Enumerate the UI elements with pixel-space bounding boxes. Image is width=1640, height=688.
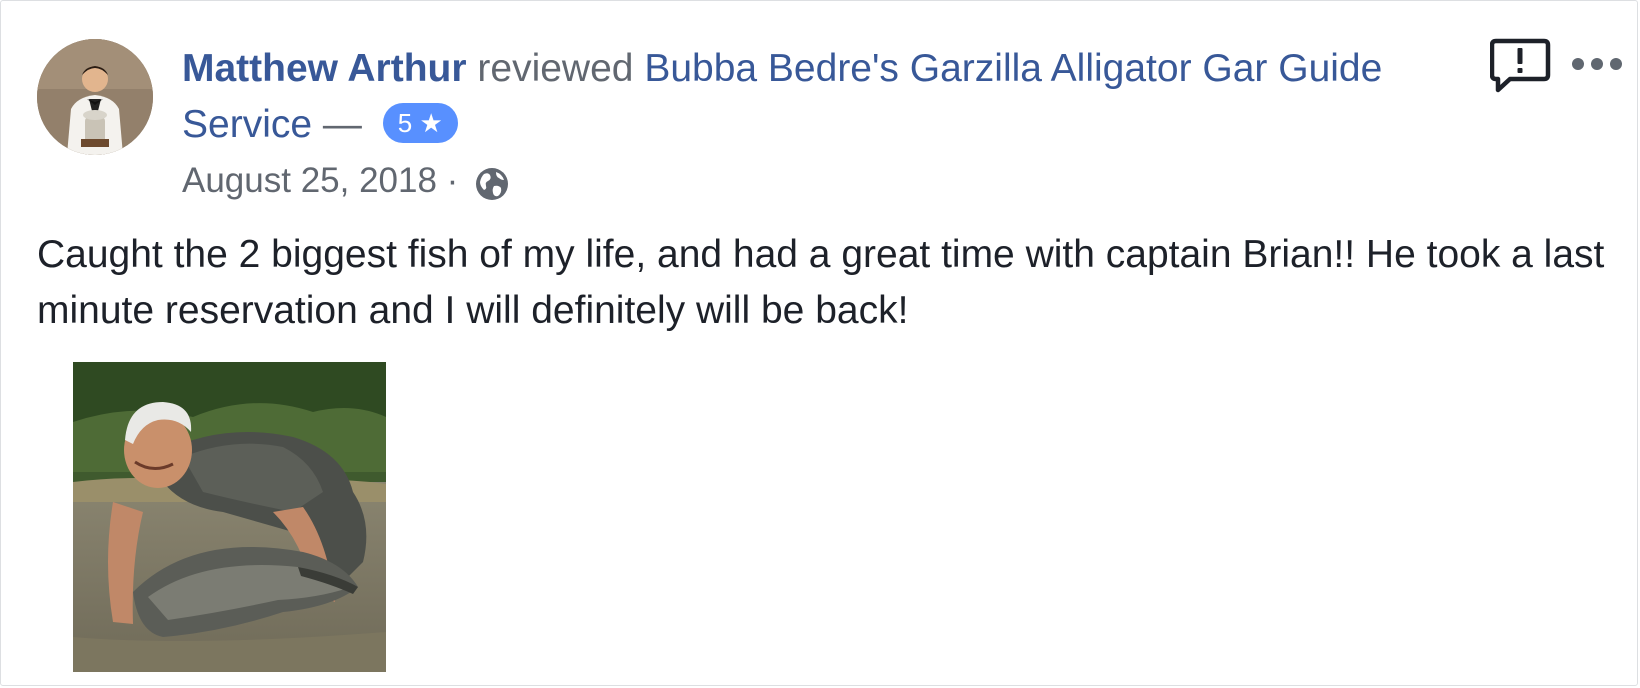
review-header: Matthew Arthur reviewed Bubba Bedre's Ga… <box>182 41 1452 153</box>
avatar-image <box>37 39 153 155</box>
report-button[interactable] <box>1489 37 1552 95</box>
review-body: Caught the 2 biggest fish of my life, an… <box>37 233 1605 332</box>
review-action-text: reviewed <box>477 47 634 90</box>
review-photo[interactable] <box>73 362 386 672</box>
photo-image <box>73 362 386 672</box>
rating-value: 5 <box>397 107 413 138</box>
report-speech-bubble-icon <box>1489 38 1551 93</box>
separator-dash: — <box>322 103 362 146</box>
ellipsis-icon <box>1572 58 1622 70</box>
globe-icon[interactable] <box>474 163 510 200</box>
more-options-button[interactable] <box>1569 49 1625 79</box>
star-icon: ★ <box>419 107 443 138</box>
review-meta: August 25, 2018 · <box>182 153 510 209</box>
rating-badge: 5 ★ <box>382 102 458 143</box>
meta-dot: · <box>446 161 459 200</box>
review-card: Matthew Arthur reviewed Bubba Bedre's Ga… <box>0 0 1638 686</box>
author-name-link[interactable]: Matthew Arthur <box>182 47 467 90</box>
review-date-link[interactable]: August 25, 2018 <box>182 161 437 200</box>
author-avatar[interactable] <box>37 39 153 155</box>
